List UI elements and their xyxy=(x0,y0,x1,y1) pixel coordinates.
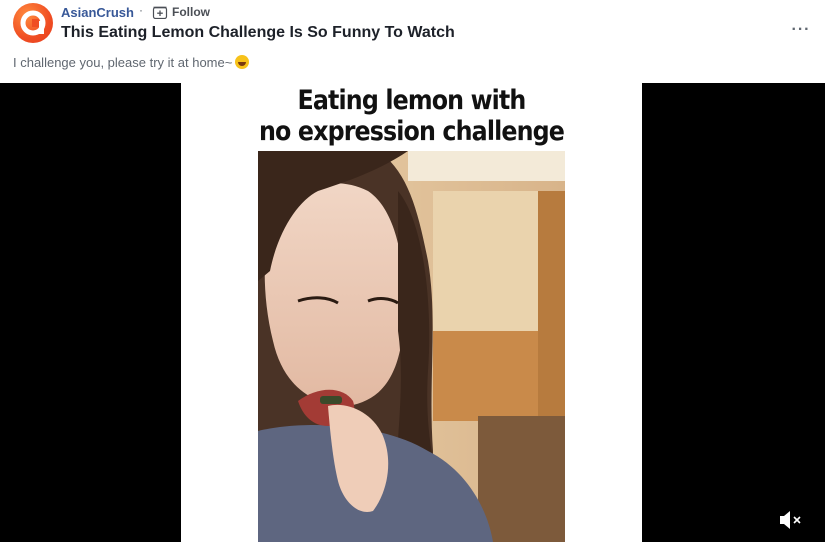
page-name-link[interactable]: AsianCrush xyxy=(61,5,134,20)
follow-label: Follow xyxy=(172,5,210,19)
page-avatar[interactable] xyxy=(13,3,53,43)
video-headline-line-1: Eating lemon with xyxy=(297,85,527,116)
tears-of-joy-emoji-icon xyxy=(235,55,250,69)
asiancrush-logo-icon xyxy=(20,10,46,36)
speaker-muted-icon xyxy=(780,511,801,529)
post-caption: I challenge you, please try it at home~ xyxy=(13,55,250,70)
follow-icon xyxy=(152,6,168,19)
caption-text: I challenge you, please try it at home~ xyxy=(13,55,233,70)
post-header: AsianCrush · Follow This Eating Lemon Ch… xyxy=(0,0,825,80)
video-frame: Eating lemon with no expression challeng… xyxy=(181,83,642,542)
separator-dot: · xyxy=(139,3,143,17)
video-player[interactable]: Eating lemon with no expression challeng… xyxy=(0,83,825,542)
girl-eating-lemon-image xyxy=(258,151,565,542)
more-options-button[interactable]: ··· xyxy=(790,22,812,38)
video-headline-line-2: no expression challenge xyxy=(259,116,565,147)
video-clip-image xyxy=(258,151,565,542)
mute-toggle-button[interactable] xyxy=(779,510,803,530)
post-title[interactable]: This Eating Lemon Challenge Is So Funny … xyxy=(61,24,455,42)
video-headline: Eating lemon with no expression challeng… xyxy=(209,85,615,147)
follow-button[interactable]: Follow xyxy=(152,4,210,20)
